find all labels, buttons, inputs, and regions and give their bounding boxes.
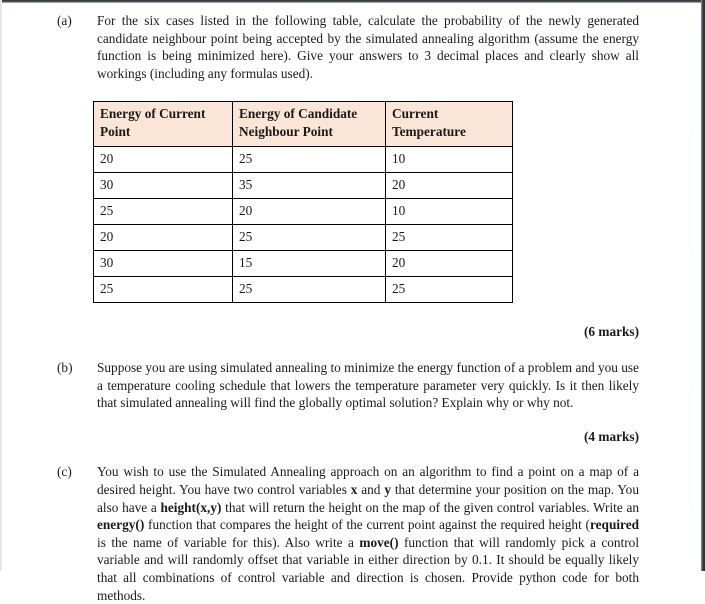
body-text: is the name of variable for this). Also … — [97, 534, 360, 550]
emphasis-text: required — [589, 517, 639, 533]
body-text: function that compares the height of the… — [144, 517, 590, 533]
emphasis-text: y — [384, 481, 391, 497]
table-cell: 10 — [385, 198, 513, 226]
spacer-before-table — [0, 82, 705, 101]
table-cell: 20 — [232, 198, 386, 226]
energy-table-body: 20 25 10 30 35 20 25 20 10 20 25 25 30 15 20 25 25 25 — [93, 146, 513, 304]
table-cell: 30 — [93, 250, 233, 278]
table-row: 20 25 10 — [93, 146, 513, 174]
energy-table-wrap: Energy of Current Point Energy of Candid… — [0, 101, 705, 304]
table-cell: 25 — [93, 276, 233, 304]
spacer-before-c — [0, 445, 705, 463]
table-cell: 25 — [385, 276, 513, 304]
table-header-row: Energy of Current Point Energy of Candid… — [93, 101, 513, 148]
question-a: (a) For the six cases listed in the foll… — [0, 12, 705, 82]
body-text: For the six cases listed in the followin… — [97, 13, 639, 81]
table-row: 25 20 10 — [93, 198, 513, 226]
scan-edge-left — [0, 0, 2, 571]
body-text: and — [357, 481, 385, 497]
table-cell: 20 — [385, 250, 513, 278]
energy-table: Energy of Current Point Energy of Candid… — [93, 101, 513, 304]
table-cell: 20 — [93, 224, 233, 252]
emphasis-text: height(x,y) — [160, 499, 222, 515]
emphasis-text: energy() — [97, 517, 145, 533]
table-cell: 10 — [385, 146, 513, 174]
table-header-cell: Energy of Current Point — [93, 101, 233, 148]
scan-edge-right — [701, 0, 705, 571]
question-b-label: (b) — [57, 359, 73, 375]
question-b-text: Suppose you are using simulated annealin… — [97, 359, 705, 412]
table-cell: 15 — [232, 250, 386, 278]
table-cell: 20 — [385, 172, 513, 200]
question-a-label: (a) — [57, 13, 72, 28]
document-content: (a) For the six cases listed in the foll… — [0, 0, 705, 604]
spacer-before-b — [0, 341, 705, 359]
question-c-label: (c) — [57, 464, 72, 480]
energy-table-head: Energy of Current Point Energy of Candid… — [93, 101, 513, 148]
table-row: 25 25 25 — [93, 276, 513, 304]
scan-edge-top — [0, 0, 705, 3]
table-cell: 25 — [385, 224, 513, 252]
table-header-cell: Energy of Candidate Neighbour Point — [232, 101, 386, 148]
question-c-text: You wish to use the Simulated Annealing … — [97, 463, 705, 604]
table-cell: 30 — [93, 172, 233, 200]
body-text: Suppose you are using simulated annealin… — [97, 359, 639, 411]
table-row: 20 25 25 — [93, 224, 513, 252]
marks-question-b: (4 marks) — [583, 428, 639, 444]
table-cell: 35 — [232, 172, 386, 200]
spacer-after-table — [0, 303, 705, 323]
table-row: 30 35 20 — [93, 172, 513, 200]
table-cell: 25 — [93, 198, 233, 226]
document-page: (a) For the six cases listed in the foll… — [0, 0, 705, 603]
table-header-cell: Current Temperature — [385, 101, 513, 148]
body-text: that will return the height on the map o… — [221, 499, 639, 515]
marks-question-a: (6 marks) — [583, 324, 639, 340]
table-cell: 25 — [232, 224, 386, 252]
spacer-before-marks-b — [0, 412, 705, 428]
table-cell: 25 — [232, 146, 386, 174]
table-row: 30 15 20 — [93, 250, 513, 278]
emphasis-text: move() — [359, 534, 399, 550]
question-a-text: For the six cases listed in the followin… — [97, 12, 705, 82]
table-cell: 25 — [232, 276, 386, 304]
question-b: (b) Suppose you are using simulated anne… — [0, 359, 705, 412]
table-cell: 20 — [93, 146, 233, 174]
question-c: (c) You wish to use the Simulated Anneal… — [0, 463, 705, 604]
